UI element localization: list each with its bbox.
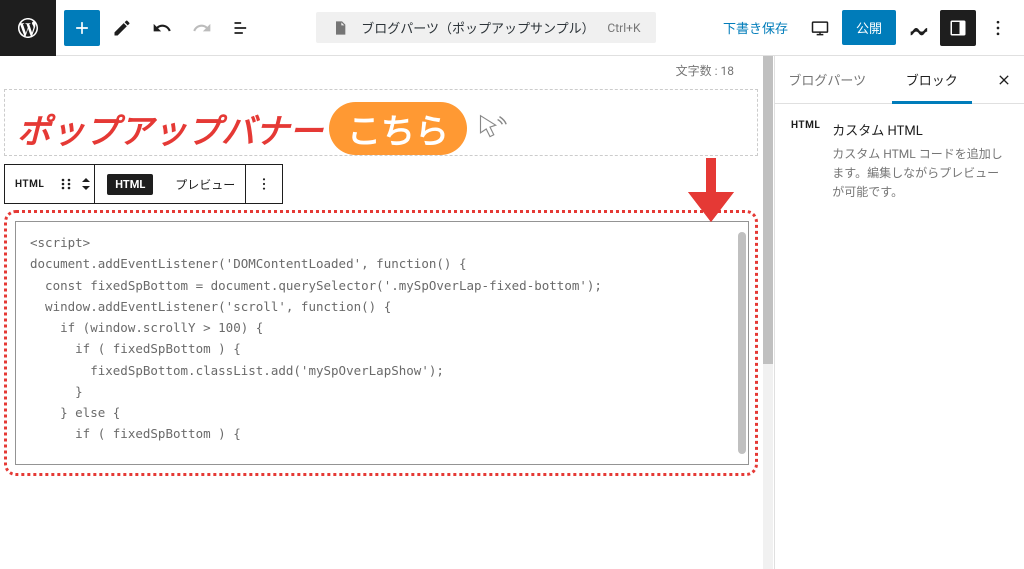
publish-button[interactable]: 公開 [842, 10, 896, 45]
preview-tab[interactable]: プレビュー [165, 165, 245, 203]
add-block-button[interactable] [64, 10, 100, 46]
tab-blogparts[interactable]: ブログパーツ [775, 56, 880, 103]
document-overview-button[interactable] [224, 10, 260, 46]
document-title-area: ブログパーツ（ポップアップサンプル） Ctrl+K [264, 12, 709, 43]
block-type-html-icon[interactable]: HTML [5, 165, 54, 203]
tab-block[interactable]: ブロック [880, 56, 985, 103]
top-toolbar: ブログパーツ（ポップアップサンプル） Ctrl+K 下書き保存 公開 [0, 0, 1024, 56]
sidebar-tabs: ブログパーツ ブロック [775, 56, 1024, 104]
keyboard-shortcut: Ctrl+K [607, 21, 640, 35]
sidebar-content: HTML カスタム HTML カスタム HTML コードを追加します。編集しなが… [775, 104, 1024, 219]
block-description: カスタム HTML コードを追加します。編集しながらプレビューが可能です。 [832, 145, 1008, 203]
cursor-icon [471, 109, 509, 149]
html-code-box [15, 221, 749, 465]
settings-sidebar: ブログパーツ ブロック HTML カスタム HTML カスタム HTML コード… [774, 56, 1024, 569]
html-code-textarea[interactable] [16, 222, 748, 460]
close-icon [996, 72, 1012, 88]
block-more-options[interactable] [246, 165, 282, 203]
redo-button[interactable] [184, 10, 220, 46]
block-icon-html: HTML [791, 120, 820, 131]
undo-button[interactable] [144, 10, 180, 46]
sidebar-close-button[interactable] [984, 56, 1024, 103]
banner-text: ポップアップバナー こちら [17, 102, 745, 155]
html-tab[interactable]: HTML [95, 165, 165, 203]
chevron-down-icon[interactable] [80, 184, 92, 192]
more-options-button[interactable] [980, 10, 1016, 46]
code-highlight-border [4, 210, 758, 476]
editor-canvas[interactable]: 文字数 : 18 ポップアップバナー こちら HTML [0, 56, 774, 569]
code-scrollbar[interactable] [738, 232, 746, 454]
block-toolbar: HTML HTML プレビュー [4, 164, 774, 204]
block-title: カスタム HTML [832, 120, 1008, 139]
editor-scrollbar[interactable] [763, 56, 773, 569]
banner-pill-text: こちら [329, 102, 467, 155]
character-count: 文字数 : 18 [0, 56, 774, 81]
annotation-arrow [676, 150, 746, 234]
chevron-up-icon[interactable] [80, 176, 92, 184]
document-icon [332, 20, 348, 36]
save-draft-button[interactable]: 下書き保存 [713, 12, 798, 43]
document-title-text: ブログパーツ（ポップアップサンプル） [356, 18, 599, 37]
settings-panel-button[interactable] [940, 10, 976, 46]
banner-red-text: ポップアップバナー [17, 104, 323, 153]
swell-icon[interactable] [900, 10, 936, 46]
drag-handle[interactable] [54, 165, 78, 203]
document-title-bar[interactable]: ブログパーツ（ポップアップサンプル） Ctrl+K [316, 12, 656, 43]
edit-tool-button[interactable] [104, 10, 140, 46]
move-arrows[interactable] [78, 165, 94, 203]
preview-device-button[interactable] [802, 10, 838, 46]
scrollbar-thumb[interactable] [763, 56, 773, 364]
banner-block[interactable]: ポップアップバナー こちら [4, 89, 758, 156]
wordpress-logo[interactable] [0, 0, 56, 56]
